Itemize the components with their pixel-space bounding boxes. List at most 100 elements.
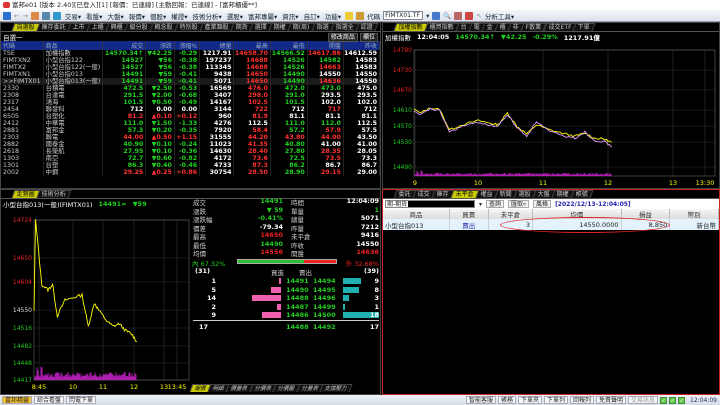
column-header[interactable]: 成交 [102,41,147,50]
query-button[interactable]: 查詢 [486,200,505,208]
taskbar-button[interactable]: 回報列 [570,396,595,404]
tools-icon[interactable] [454,11,463,20]
code-input[interactable]: FIMTX01.TF [383,11,424,20]
taskbar-button[interactable]: 免責聲明 [596,396,627,404]
index-tab[interactable]: 加權指數 [393,23,429,31]
print-icon[interactable] [41,11,50,20]
futures-chart[interactable]: 8:45 10 11 12 13 13:4514724146501460414550145… [1,210,191,396]
window-icon[interactable] [52,11,61,20]
menu-item[interactable]: 技術分析▾ [192,11,223,21]
code-dropdown-icon[interactable]: ▾ [426,12,429,20]
column-header[interactable]: 幣別 [669,209,719,219]
check-icon[interactable]: ✓ [660,396,668,404]
quote-row[interactable]: FIMTXN2 小型台指122 14527 ▼56 -0.38 197237 14688 14… [1,57,381,64]
menu-item[interactable]: 資訊▾ [281,11,299,21]
taskbar-button[interactable]: 下單列 [543,396,568,404]
quote-row[interactable]: 2330 台積電 472.5 ▼2.50 -0.53 16569 476.0 472.0 473… [1,85,381,92]
column-header[interactable]: 漲幅% [174,41,201,50]
index-tab[interactable]: 下單 [573,23,596,31]
column-header[interactable]: 開盤 [307,41,344,50]
quote-row[interactable]: 2317 鴻海 101.5 ▼0.50 -0.49 14167 102.5 101.5 102.… [1,99,381,106]
menu-item[interactable]: 報價▾ [128,11,146,21]
monitor-icon[interactable] [432,11,441,20]
fetch-button[interactable]: 匯取▿ [508,200,530,208]
taskbar-button[interactable]: 智能客服 [465,396,496,404]
quote-row[interactable]: 1301 台塑 86.3 ▼0.40 -0.46 4733 87.3 86.2 86.7 86.7 [1,162,381,169]
column-header[interactable]: 代碼 [1,41,44,50]
analysis-tools-menu[interactable]: 分析工具▾ [485,11,514,21]
menu-item[interactable]: 大盤▾ [106,11,124,21]
taskbar-button[interactable]: 交易訊息 [628,396,659,404]
check-icon[interactable]: ✓ [669,396,677,404]
style-button[interactable]: 風格 [533,200,552,208]
menu-item[interactable]: 交易▾ [64,11,82,21]
taskbar-button[interactable]: 帳務 [497,396,516,404]
column-header[interactable]: 漲跌 [145,41,175,50]
group-selector[interactable]: 自選一 [3,32,23,42]
quote-row[interactable]: >>FIMTX01 小型台指013(一般) 14491 ▼59 -0.41 5071 146… [1,78,381,85]
column-header[interactable]: 最高 [233,41,271,50]
menu-item[interactable]: 個股▾ [149,11,167,21]
quote-row[interactable]: 2618 長榮航 27.95 ▼0.10 -0.36 14630 28.40 27.80 28.… [1,148,381,155]
quote-row[interactable]: 2308 台達電 291.5 ▼2.00 -0.68 3407 298.0 291.0 293.… [1,92,381,99]
taskbar-button[interactable]: 富邦精靈 [2,396,33,404]
cursor-icon[interactable]: ↖ [476,12,481,20]
menu-item[interactable]: 功能▾ [324,11,342,21]
quote-row[interactable]: 2412 中華電 111.0 ▼1.50 -1.33 4276 112.5 111.0 112.… [1,120,381,127]
cell-4: -0.38 [174,64,201,71]
orderbook-row[interactable]: 1 14491 14494 9 [191,277,381,285]
quote-row[interactable]: 1303 南亞 72.7 ▼0.60 -0.82 4172 73.6 72.5 73.5 73.3 [1,155,381,162]
check-icon[interactable]: ✓ [678,396,686,404]
taskbar-button[interactable]: 下單夾 [517,396,542,404]
account-dropdown-icon[interactable]: ▾ [479,201,482,208]
chart-tab[interactable]: 技術分析 [36,190,72,198]
column-header[interactable]: 買賣 [449,209,489,219]
ask-volume-bar [343,286,359,293]
menu-item[interactable]: 看盤▾ [85,11,103,21]
column-header[interactable]: 總量 [199,41,235,50]
quote-row[interactable]: 2454 聯發科 712 0.00 0.00 3144 722 712 717 712 [1,106,381,113]
index-tab[interactable]: 櫃買指數 [424,23,460,31]
menu-item[interactable]: 富邦專屬▾ [247,11,278,21]
orderbook-row[interactable]: 14 14488 14496 3 [191,294,381,302]
menu-item[interactable]: 選股▾ [226,11,244,21]
quote-row[interactable]: 2303 聯電 44.00 ▲0.50 +1.15 31555 44.20 43.80 44.0… [1,134,381,141]
column-header[interactable]: 昨收 [343,41,381,50]
taskbar-button[interactable]: 閃電下單 [66,396,97,404]
taskbar-button[interactable]: 綜合看盤 [34,396,65,404]
quote-tab[interactable]: 庫存委託 [36,23,72,31]
position-tab[interactable]: 帳號 [570,190,594,198]
lightning-icon[interactable] [345,11,354,20]
index-chart[interactable]: 9 10 11 12 13 13:30 14790 14730 14670 14610 14570 1… [383,41,719,187]
quote-row[interactable]: 2882 國泰金 40.90 ▼0.10 -0.24 11023 41.35 40.80 41.… [1,141,381,148]
forward-icon[interactable]: → [22,12,27,20]
orderbook-row[interactable]: 2 14487 14499 1 [191,303,381,311]
orderbook-row[interactable]: 5 14490 14495 8 [191,286,381,294]
quote-row[interactable]: TSE 加權指數 14570.34↑ ▼42.25 -0.29 1217.91 14658.… [1,50,381,57]
quote-tab[interactable]: 認證 [355,23,379,31]
column-header[interactable]: 商品 [383,209,450,219]
column-header[interactable]: 最低 [270,41,308,50]
home-icon[interactable] [3,11,11,20]
quote-row[interactable]: 2002 中鋼 29.25 ▲0.25 +0.86 30754 29.50 28.90 29.1… [1,169,381,176]
user-icon[interactable] [30,11,39,20]
account-select[interactable]: 期-期貨 [385,200,475,208]
quote-tab[interactable]: 產業類股 [199,23,235,31]
back-icon[interactable]: ← [14,12,19,20]
quote-row[interactable]: FIMTX2 小型台指122(一般) 14527 ▼56 -0.38 113345 1468… [1,64,381,71]
quote-detail-tab[interactable]: 支撐壓力 [319,384,353,392]
quote-row[interactable]: 2881 富邦金 57.3 ▼0.20 -0.35 7920 58.4 57.2 57.9 57.… [1,127,381,134]
cell-7: 101.5 [270,99,308,106]
cell-4: -0.41 [174,71,201,78]
field-value: 14556 [260,248,283,256]
layout-icon[interactable] [356,11,365,20]
menu-item[interactable]: 自訂▾ [303,11,321,21]
quote-row[interactable]: 6505 台塑化 81.2 ▲0.10 +0.12 960 81.9 81.1 81.1 81.1 [1,113,381,120]
menu-item[interactable]: 權證▾ [170,11,188,21]
search-icon[interactable]: 🔍 [443,12,451,20]
quote-row[interactable]: FIMTXN1 小型台指013 14491 ▼59 -0.41 9438 14650 1449… [1,71,381,78]
column-header[interactable]: 未平倉 [488,209,533,219]
alert-icon[interactable] [465,11,474,20]
orderbook-row[interactable]: 9 14486 14500 18 [191,311,381,319]
column-header[interactable]: 商品 [43,41,104,50]
